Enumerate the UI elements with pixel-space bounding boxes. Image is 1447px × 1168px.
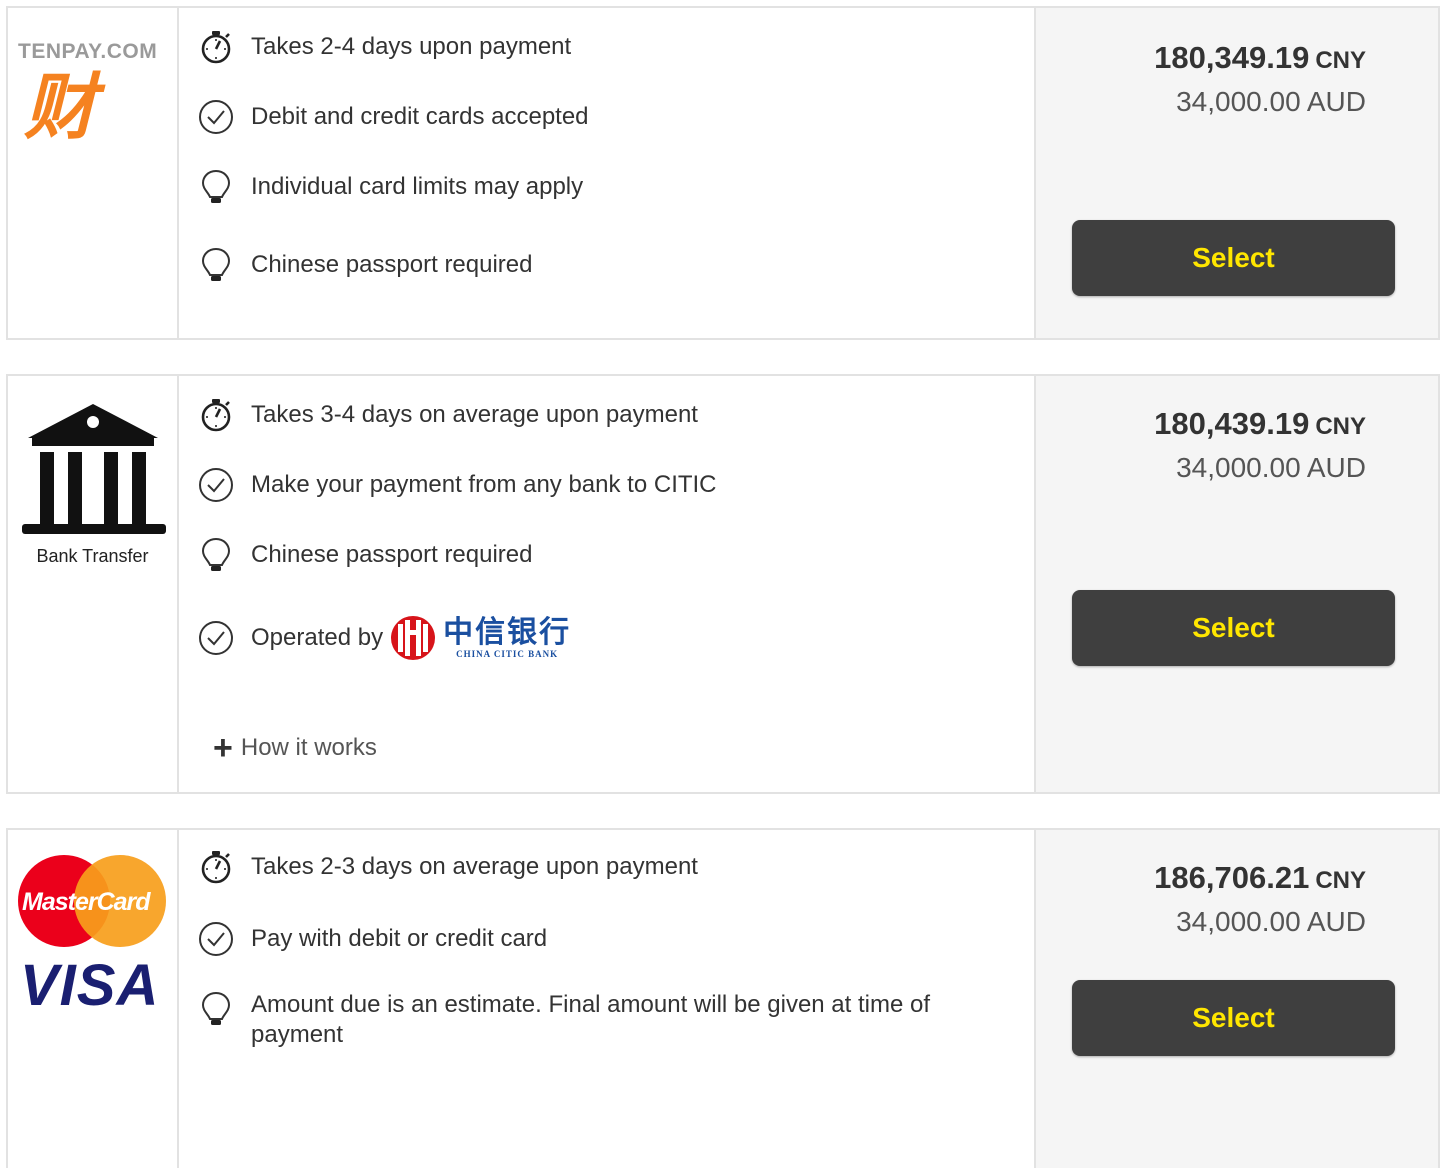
feature-text: Amount due is an estimate. Final amount … [251, 991, 931, 1048]
option-features: Takes 3-4 days on average upon payment M… [179, 376, 1034, 792]
feature-row: Takes 2-4 days upon payment [197, 28, 571, 66]
price-currency: CNY [1315, 867, 1366, 894]
how-it-works-label: How it works [240, 734, 377, 761]
price-amount: 180,439.19 [1154, 406, 1310, 441]
price-cny: 180,439.19 CNY [1154, 406, 1366, 442]
price-cny: 186,706.21 CNY [1154, 860, 1366, 896]
select-button[interactable]: Select [1072, 590, 1395, 666]
lightbulb-icon [197, 246, 235, 284]
mastercard-visa-logo: MasterCard VISA [8, 830, 179, 1168]
lightbulb-icon [197, 990, 235, 1028]
feature-text: Chinese passport required [251, 251, 533, 278]
feature-row: Takes 2-3 days on average upon payment [197, 848, 698, 886]
feature-row: Chinese passport required [197, 536, 533, 574]
feature-text: Debit and credit cards accepted [251, 103, 589, 130]
tenpay-glyph: 财 [24, 68, 97, 148]
stopwatch-icon [197, 848, 235, 886]
price-panel: 186,706.21 CNY 34,000.00 AUD Select [1034, 830, 1438, 1168]
citic-name-cn: 中信银行 [443, 615, 572, 650]
tenpay-brand-text: TENPAY.COM [18, 40, 158, 63]
tenpay-logo: TENPAY.COM 财 [8, 8, 179, 338]
feature-text: Takes 2-4 days upon payment [251, 33, 572, 60]
price-source-amount: 34,000.00 AUD [1176, 452, 1366, 483]
citic-name-en: CHINA CITIC BANK [456, 649, 559, 659]
select-button[interactable]: Select [1072, 980, 1395, 1056]
feature-text: Operated by [251, 624, 384, 651]
feature-row: Chinese passport required [197, 246, 533, 284]
bank-icon [22, 404, 166, 534]
option-features: Takes 2-3 days on average upon payment P… [179, 830, 1034, 1168]
mastercard-text: MasterCard [22, 888, 151, 916]
check-circle-icon [197, 98, 235, 136]
feature-row: Takes 3-4 days on average upon payment [197, 396, 698, 434]
price-source-amount: 34,000.00 AUD [1176, 86, 1366, 117]
feature-row: Individual card limits may apply [197, 168, 583, 206]
price-amount: 180,349.19 [1154, 40, 1310, 75]
feature-text: Takes 3-4 days on average upon payment [251, 401, 698, 428]
bank-transfer-logo: Bank Transfer [8, 376, 179, 792]
feature-row: Debit and credit cards accepted [197, 98, 589, 136]
citic-bank-logo: 中信银行 CHINA CITIC BANK [443, 615, 572, 660]
lightbulb-icon [197, 536, 235, 574]
citic-logo-icon [391, 616, 436, 660]
bank-transfer-label: Bank Transfer [36, 546, 149, 566]
feature-row: Amount due is an estimate. Final amount … [197, 990, 937, 1050]
feature-text: Chinese passport required [251, 541, 533, 568]
lightbulb-icon [197, 168, 235, 206]
feature-row: Pay with debit or credit card [197, 920, 547, 958]
price-currency: CNY [1315, 47, 1366, 74]
check-circle-icon [197, 466, 235, 504]
price-cny: 180,349.19 CNY [1154, 40, 1366, 76]
stopwatch-icon [197, 28, 235, 66]
feature-row-operator: Operated by 中信银行 CHINA CITIC BANK [197, 614, 571, 662]
feature-row: Make your payment from any bank to CITIC [197, 466, 717, 504]
select-button[interactable]: Select [1072, 220, 1395, 296]
check-circle-icon [197, 920, 235, 958]
price-amount: 186,706.21 [1154, 860, 1310, 895]
price-source-amount: 34,000.00 AUD [1176, 906, 1366, 937]
option-features: Takes 2-4 days upon payment Debit and cr… [179, 8, 1034, 338]
payment-option-tenpay: TENPAY.COM 财 Takes 2-4 days upon payment… [6, 6, 1440, 340]
check-circle-icon [197, 619, 235, 657]
feature-text: Make your payment from any bank to CITIC [251, 471, 717, 498]
feature-text: Pay with debit or credit card [251, 925, 548, 952]
price-panel: 180,349.19 CNY 34,000.00 AUD Select [1034, 8, 1438, 338]
payment-option-card: MasterCard VISA Takes 2-3 days on averag… [6, 828, 1440, 1168]
price-panel: 180,439.19 CNY 34,000.00 AUD Select [1034, 376, 1438, 792]
price-currency: CNY [1315, 413, 1366, 440]
payment-option-bank-transfer: Bank Transfer Takes 3-4 days on average … [6, 374, 1440, 794]
feature-text: Takes 2-3 days on average upon payment [251, 853, 698, 880]
stopwatch-icon [197, 396, 235, 434]
plus-icon: + [213, 729, 233, 767]
how-it-works-link[interactable]: + How it works [213, 729, 377, 767]
feature-text: Individual card limits may apply [251, 173, 584, 200]
visa-text: VISA [20, 953, 160, 1018]
